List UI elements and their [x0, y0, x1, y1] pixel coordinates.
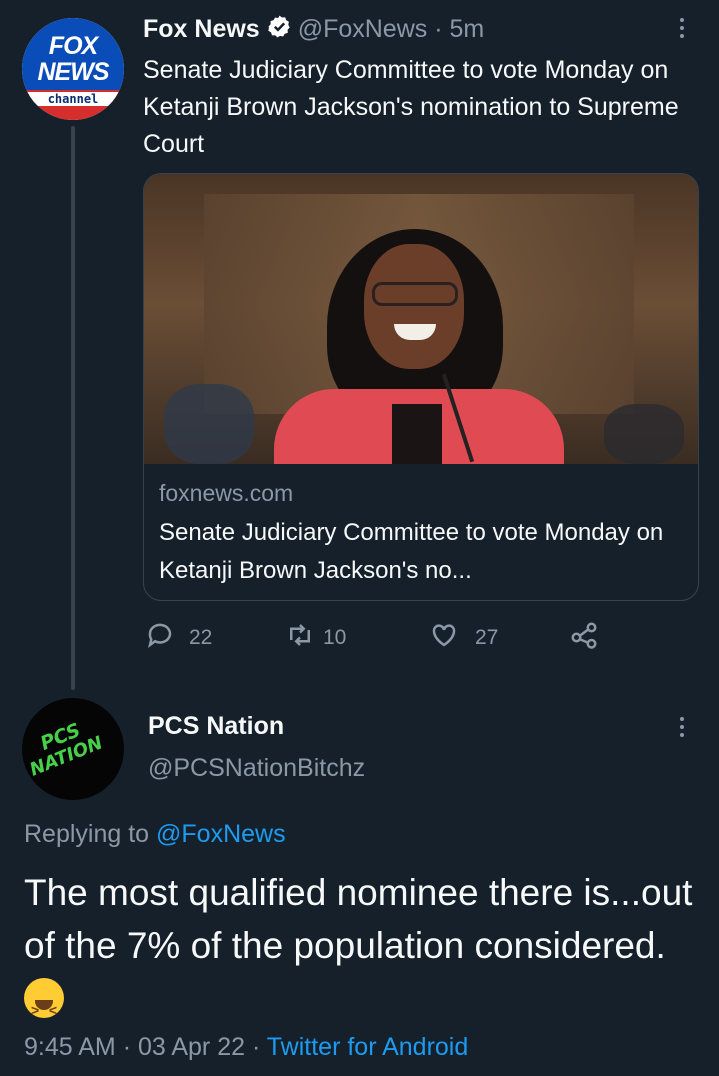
like-action[interactable]: 27	[429, 620, 569, 656]
reply-date[interactable]: 03 Apr 22	[138, 1033, 245, 1061]
replying-to-line: Replying to @FoxNews	[24, 820, 286, 849]
reply-text-body: The most qualified nominee there is...ou…	[24, 872, 693, 966]
heart-icon	[429, 620, 459, 656]
retweet-action[interactable]: 10	[285, 620, 429, 656]
reply-icon	[145, 620, 175, 656]
tweet-time[interactable]: 5m	[450, 15, 485, 44]
reply-author-handle[interactable]: @PCSNationBitchz	[148, 754, 365, 783]
fox-news-avatar[interactable]: FOX NEWS channel	[22, 18, 124, 120]
reply-text: The most qualified nominee there is...ou…	[24, 866, 704, 1037]
reply-more-options-icon[interactable]	[679, 717, 685, 737]
reply-meta: 9:45 AM · 03 Apr 22 · Twitter for Androi…	[24, 1033, 468, 1062]
tweet-header: Fox News @FoxNews · 5m	[143, 14, 484, 44]
like-count: 27	[475, 626, 499, 649]
more-options-icon[interactable]	[679, 18, 685, 38]
author-handle[interactable]: @FoxNews	[298, 15, 428, 44]
author-name[interactable]: Fox News	[143, 15, 260, 44]
retweet-icon	[285, 620, 315, 656]
meta-separator-1: ·	[122, 1033, 138, 1061]
reply-author-name[interactable]: PCS Nation	[148, 712, 284, 741]
thread-connector-line	[71, 126, 75, 690]
retweet-count: 10	[323, 626, 347, 649]
link-preview-card[interactable]: foxnews.com Senate Judiciary Committee t…	[143, 173, 699, 601]
reply-time[interactable]: 9:45 AM	[24, 1033, 116, 1061]
squinting-laughing-emoji-icon	[24, 978, 64, 1037]
replying-label: Replying to	[24, 820, 150, 848]
card-photo	[144, 174, 698, 464]
reply-source[interactable]: Twitter for Android	[267, 1033, 468, 1061]
card-domain: foxnews.com	[159, 480, 294, 506]
replying-to-link[interactable]: @FoxNews	[156, 820, 286, 848]
avatar-text-channel: channel	[22, 92, 124, 106]
reply-count: 22	[189, 626, 213, 649]
tweet-text: Senate Judiciary Committee to vote Monda…	[143, 56, 679, 158]
avatar-text-fox: FOX	[48, 32, 98, 60]
tweet-actions: 22 10 27	[145, 620, 599, 656]
meta-separator-2: ·	[251, 1033, 267, 1061]
avatar-text-news: NEWS	[37, 58, 110, 86]
verified-badge-icon	[267, 14, 292, 44]
separator-dot: ·	[427, 14, 450, 43]
share-icon	[569, 620, 599, 656]
pcs-nation-avatar[interactable]: PCS NATION	[22, 698, 124, 800]
card-title: Senate Judiciary Committee to vote Monda…	[159, 519, 664, 584]
share-action[interactable]	[569, 620, 599, 656]
reply-action[interactable]: 22	[145, 620, 285, 656]
